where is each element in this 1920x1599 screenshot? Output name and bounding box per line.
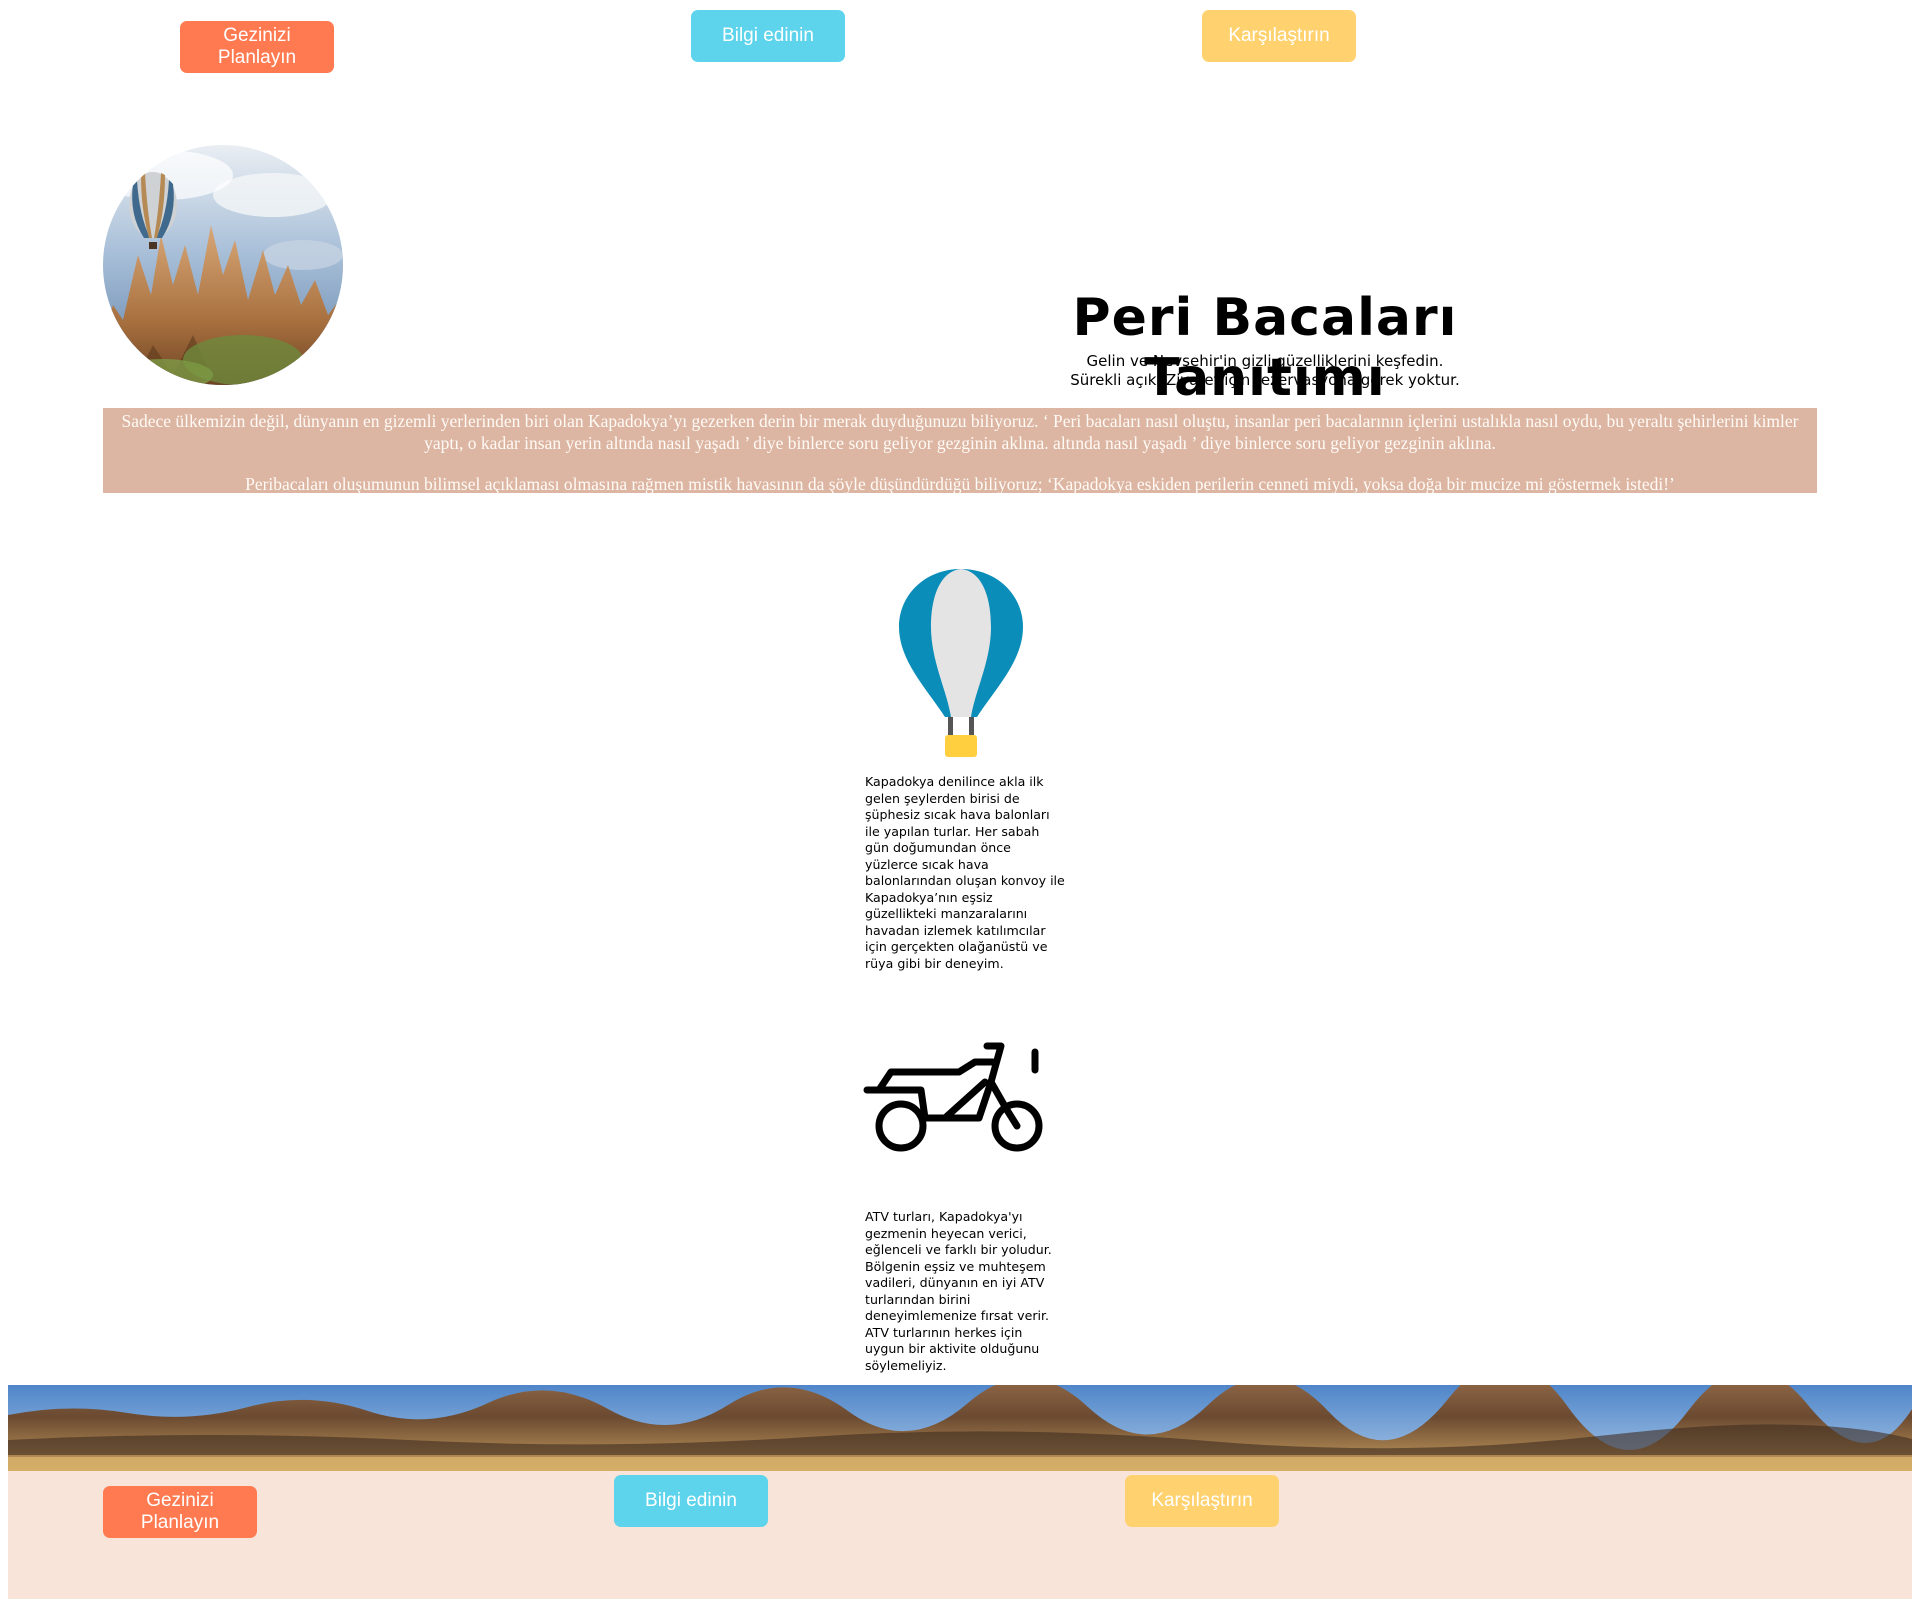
hot-air-balloon-icon xyxy=(897,565,1025,764)
page-title: Peri Bacaları Tanıtımı xyxy=(1072,288,1458,408)
opening-hours-note: Sürekli açık. Ziyaret için rezervasyona … xyxy=(1070,371,1460,389)
get-info-button[interactable]: Bilgi edinin xyxy=(691,10,845,62)
atv-tour-text: ATV turları, Kapadokya'yı gezmenin heyec… xyxy=(865,1209,1052,1373)
footer-compare-button[interactable]: Karşılaştırın xyxy=(1125,1475,1279,1527)
footer: Gezinizi Planlayın Bilgi edinin Karşılaş… xyxy=(8,1471,1912,1599)
intro-paragraph: Sadece ülkemizin değil, dünyanın en gize… xyxy=(121,411,1799,453)
footer-plan-trip-button[interactable]: Gezinizi Planlayın xyxy=(103,1486,257,1538)
atv-icon xyxy=(863,1038,1063,1163)
page-subtitle: Gelin ve Nevşehir'in gizli güzelliklerin… xyxy=(1086,352,1444,370)
intro-paragraph: Peribacaları oluşumunun bilimsel açıklam… xyxy=(245,474,1675,494)
balloon-tour-text: Kapadokya denilince akla ilk gelen şeyle… xyxy=(865,774,1065,971)
footer-get-info-button[interactable]: Bilgi edinin xyxy=(614,1475,768,1527)
fairy-chimneys-photo xyxy=(103,145,343,385)
cappadocia-panorama-image xyxy=(8,1385,1912,1471)
plan-trip-button[interactable]: Gezinizi Planlayın xyxy=(180,21,334,73)
intro-section: Sadece ülkemizin değil, dünyanın en gize… xyxy=(103,408,1817,494)
compare-button[interactable]: Karşılaştırın xyxy=(1202,10,1356,62)
